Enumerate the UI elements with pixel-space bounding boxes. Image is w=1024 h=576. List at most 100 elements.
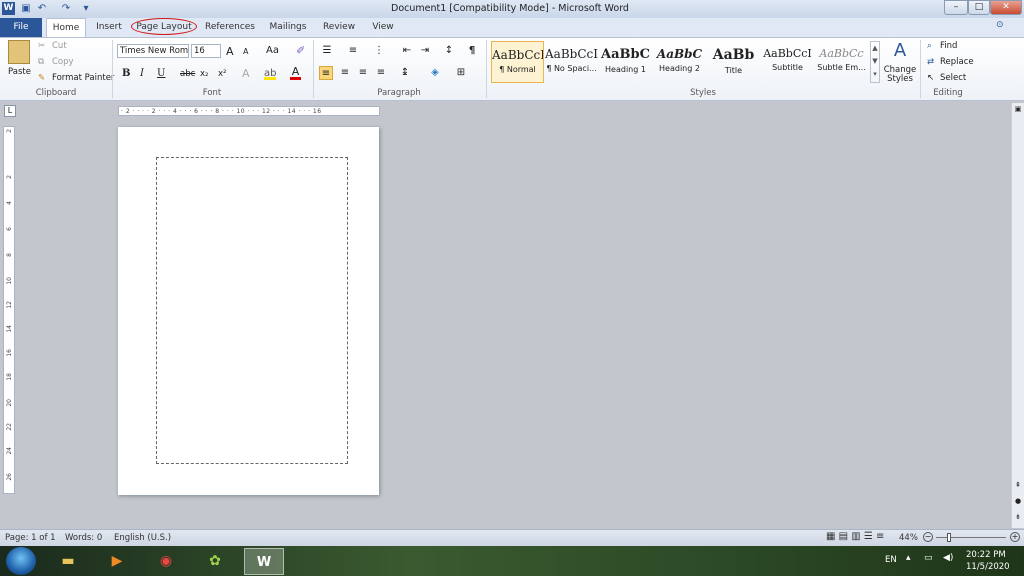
- clock-date[interactable]: 11/5/2020: [966, 562, 1010, 572]
- browse-object-icon[interactable]: ●: [1013, 497, 1023, 507]
- zoom-slider-thumb[interactable]: [947, 533, 951, 542]
- ruler-tick: 6: [6, 227, 13, 231]
- tab-references[interactable]: References: [202, 18, 258, 37]
- media-player-icon[interactable]: ▶: [97, 548, 137, 575]
- vertical-ruler[interactable]: 2 2 4 6 8 10 12 14 16 18 20 22 24 26: [3, 126, 15, 494]
- superscript-button[interactable]: x²: [218, 69, 226, 79]
- view-buttons-icon[interactable]: ▦ ▤ ▥ ☰ ≡: [826, 531, 884, 542]
- bullets-icon[interactable]: ☰: [320, 44, 334, 58]
- document-page[interactable]: [118, 127, 379, 495]
- vertical-scrollbar[interactable]: ▣ ⇞ ● ⇟: [1011, 103, 1024, 528]
- styles-scroll-icon[interactable]: ▲ ▼ ▾: [870, 41, 880, 83]
- numbering-icon[interactable]: ≡: [346, 44, 360, 58]
- style-normal[interactable]: AaBbCcI ¶ Normal: [491, 41, 544, 83]
- highlight-color-icon[interactable]: ab: [264, 68, 276, 80]
- format-painter-button[interactable]: Format Painter: [52, 73, 114, 83]
- grow-font-button[interactable]: A: [226, 45, 234, 58]
- increase-indent-icon[interactable]: ⇥: [418, 44, 432, 58]
- sort-icon[interactable]: ↕: [442, 44, 456, 58]
- tab-selector-icon[interactable]: L: [4, 105, 16, 117]
- cut-button[interactable]: Cut: [52, 41, 67, 51]
- zoom-in-icon[interactable]: +: [1010, 532, 1020, 542]
- word-logo-icon[interactable]: W: [2, 2, 15, 15]
- page-count[interactable]: Page: 1 of 1: [5, 533, 56, 543]
- start-button-icon[interactable]: [6, 547, 36, 575]
- ruler-tick: 8: [6, 253, 13, 257]
- font-size-select[interactable]: 16: [191, 44, 221, 58]
- borders-icon[interactable]: ⊞: [454, 66, 468, 80]
- style-heading-1[interactable]: AaBbC Heading 1: [599, 41, 652, 83]
- clear-formatting-icon[interactable]: ✐: [296, 44, 305, 57]
- format-painter-icon: ✎: [38, 73, 46, 83]
- next-page-icon[interactable]: ⇟: [1013, 513, 1023, 523]
- show-marks-button[interactable]: ¶: [465, 44, 479, 58]
- shading-icon[interactable]: ◈: [428, 66, 442, 80]
- style-sample: AaBbC: [656, 47, 703, 61]
- tab-home[interactable]: Home: [46, 18, 86, 37]
- volume-icon[interactable]: ◀): [943, 553, 953, 563]
- prev-page-icon[interactable]: ⇞: [1013, 481, 1023, 491]
- maximize-button[interactable]: □: [968, 0, 990, 15]
- change-styles-icon[interactable]: A: [889, 40, 911, 61]
- save-icon[interactable]: ▣: [20, 2, 32, 15]
- subscript-button[interactable]: x₂: [200, 69, 208, 79]
- style-no-spacing[interactable]: AaBbCcI ¶ No Spaci...: [545, 41, 598, 83]
- tab-view[interactable]: View: [366, 18, 400, 37]
- line-spacing-icon[interactable]: ↨: [398, 66, 412, 80]
- app-icon[interactable]: ✿: [195, 548, 235, 575]
- undo-icon[interactable]: ↶: [36, 2, 48, 15]
- replace-icon: ⇄: [927, 57, 935, 67]
- network-icon[interactable]: ▭: [924, 553, 933, 563]
- multilevel-list-icon[interactable]: ⋮: [372, 44, 386, 58]
- horizontal-ruler[interactable]: · 2 · · · · 2 · · · 4 · · · 6 · · · 8 · …: [118, 106, 380, 116]
- word-taskbar-icon[interactable]: W: [244, 548, 284, 575]
- tab-review[interactable]: Review: [318, 18, 360, 37]
- close-button[interactable]: ✕: [990, 0, 1022, 15]
- ruler-tick: 2: [6, 175, 13, 179]
- italic-button[interactable]: I: [140, 68, 144, 79]
- help-icon[interactable]: ⊙: [996, 20, 1004, 30]
- word-count[interactable]: Words: 0: [65, 533, 102, 543]
- strikethrough-button[interactable]: abc: [180, 69, 195, 79]
- style-sample: AaBbCc: [819, 47, 864, 60]
- change-case-button[interactable]: Aa: [266, 45, 279, 56]
- chrome-icon[interactable]: ◉: [146, 548, 186, 575]
- customize-qat-icon[interactable]: ▾: [80, 2, 92, 15]
- window-title: Document1 [Compatibility Mode] - Microso…: [391, 3, 629, 14]
- find-button[interactable]: Find: [940, 41, 957, 51]
- style-title[interactable]: AaBb Title: [707, 41, 760, 83]
- language-indicator[interactable]: English (U.S.): [114, 533, 171, 543]
- justify-icon[interactable]: ≡: [374, 66, 388, 80]
- align-center-icon[interactable]: ≡: [338, 66, 352, 80]
- style-heading-2[interactable]: AaBbC Heading 2: [653, 41, 706, 83]
- tray-arrow-icon[interactable]: ▴: [906, 553, 911, 563]
- ruler-toggle-icon[interactable]: ▣: [1013, 105, 1023, 115]
- align-left-icon[interactable]: ≡: [319, 66, 333, 80]
- style-subtle-emphasis[interactable]: AaBbCc Subtle Em...: [815, 41, 868, 83]
- bold-button[interactable]: B: [122, 68, 130, 79]
- tab-mailings[interactable]: Mailings: [264, 18, 312, 37]
- clock-time[interactable]: 20:22 PM: [966, 550, 1006, 560]
- style-subtitle[interactable]: AaBbCcI Subtitle: [761, 41, 814, 83]
- zoom-level[interactable]: 44%: [899, 533, 918, 543]
- paste-button[interactable]: Paste: [8, 67, 31, 77]
- text-effects-icon[interactable]: A: [242, 67, 250, 80]
- underline-button[interactable]: U: [157, 68, 165, 79]
- copy-button[interactable]: Copy: [52, 57, 74, 67]
- redo-icon[interactable]: ↷: [60, 2, 72, 15]
- font-family-select[interactable]: Times New Rom: [117, 44, 189, 58]
- tab-file[interactable]: File: [0, 18, 42, 37]
- minimize-button[interactable]: –: [944, 0, 968, 15]
- replace-button[interactable]: Replace: [940, 57, 974, 67]
- font-color-icon[interactable]: A: [290, 66, 301, 80]
- select-button[interactable]: Select: [940, 73, 966, 83]
- language-tray[interactable]: EN: [885, 555, 897, 565]
- paste-icon[interactable]: [8, 40, 30, 64]
- file-explorer-icon[interactable]: ▬: [48, 548, 88, 575]
- zoom-out-icon[interactable]: −: [923, 532, 933, 542]
- shrink-font-button[interactable]: A: [243, 47, 248, 56]
- tab-insert[interactable]: Insert: [90, 18, 128, 37]
- decrease-indent-icon[interactable]: ⇤: [400, 44, 414, 58]
- change-styles-button[interactable]: Change Styles: [883, 66, 917, 84]
- align-right-icon[interactable]: ≡: [356, 66, 370, 80]
